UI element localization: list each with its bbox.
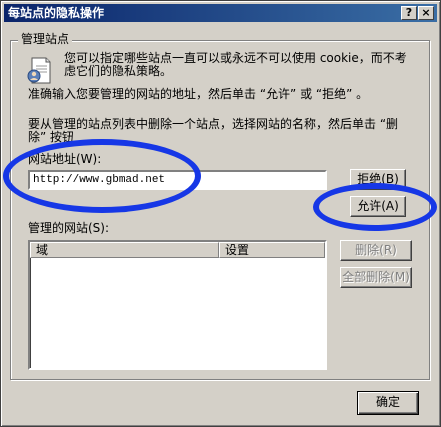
managed-sites-list[interactable] [28, 240, 327, 370]
instruction-remove-line-1: 要从管理的站点列表中删除一个站点，选择网站的名称，然后单击 “删 [28, 117, 399, 131]
managed-sites-label: 管理的网站(S): [28, 221, 110, 235]
title-bar[interactable]: 每站点的隐私操作 ? × [4, 4, 437, 22]
close-button[interactable]: × [418, 6, 434, 20]
privacy-document-icon [27, 57, 51, 84]
column-setting[interactable]: 设置 [219, 242, 325, 258]
address-label: 网站地址(W): [28, 152, 102, 166]
ok-button[interactable]: 确定 [357, 391, 419, 415]
help-button[interactable]: ? [401, 6, 417, 20]
column-domain[interactable]: 域 [30, 242, 219, 258]
address-input[interactable] [28, 170, 327, 190]
remove-all-button[interactable]: 全部删除(M) [340, 267, 412, 288]
block-button[interactable]: 拒绝(B) [350, 169, 406, 190]
instruction-remove-line-2: 除” 按钮 [28, 130, 75, 144]
group-label: 管理站点 [18, 31, 73, 47]
instruction-add: 准确输入您要管理的网站的地址，然后单击 “允许” 或 “拒绝” 。 [28, 87, 369, 101]
description-line-2: 虑它们的隐私策略。 [64, 64, 173, 78]
allow-button[interactable]: 允许(A) [350, 196, 406, 217]
window-title: 每站点的隐私操作 [8, 6, 105, 20]
remove-button[interactable]: 删除(R) [340, 240, 412, 261]
